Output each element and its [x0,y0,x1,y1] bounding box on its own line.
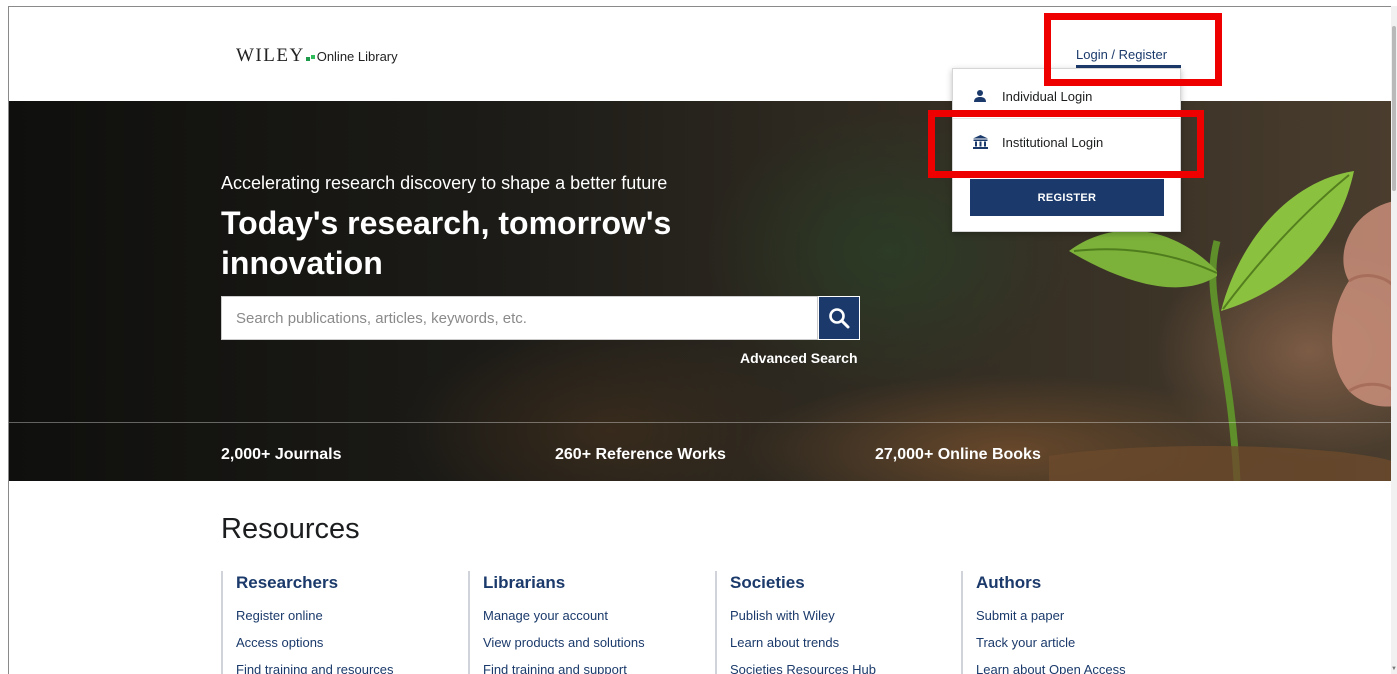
wiley-logo[interactable]: WILEY Online Library [236,45,398,67]
resource-link[interactable]: Register online [236,602,394,629]
resource-link[interactable]: Find training and resources [236,656,394,674]
resource-link[interactable]: Learn about trends [730,629,876,656]
scrollbar-thumb[interactable] [1392,26,1396,191]
stat-journals[interactable]: 2,000+ Journals [221,446,342,464]
individual-login-item[interactable]: Individual Login [953,74,1180,118]
institutional-login-label: Institutional Login [1002,134,1104,150]
scroll-down-icon[interactable]: ▼ [1391,666,1397,672]
individual-login-label: Individual Login [1002,88,1093,104]
browser-viewport: WILEY Online Library Login / Register Ac… [8,6,1391,674]
resource-link[interactable]: Manage your account [483,602,645,629]
login-register-link[interactable]: Login / Register [1076,47,1167,66]
resources-title: Resources [221,513,360,545]
advanced-search-link[interactable]: Advanced Search [740,350,858,366]
hero-subtitle: Accelerating research discovery to shape… [221,173,668,193]
login-dropdown-menu: Individual Login Institutional Login REG… [952,68,1181,232]
dropdown-divider [953,118,1180,119]
user-icon [972,88,988,104]
search-input[interactable] [222,297,817,339]
resource-link[interactable]: Track your article [976,629,1126,656]
resources-column-librarians: Librarians Manage your account View prod… [468,571,645,674]
stat-online-books[interactable]: 27,000+ Online Books [875,446,1041,464]
hero-divider [9,422,1391,423]
logo-product: Online Library [316,49,398,64]
column-heading[interactable]: Researchers [236,573,394,593]
column-heading[interactable]: Librarians [483,573,645,593]
register-button[interactable]: REGISTER [970,179,1164,216]
column-heading[interactable]: Authors [976,573,1126,593]
search-icon [829,308,850,329]
resource-link[interactable]: Societies Resources Hub [730,656,876,674]
site-header: WILEY Online Library Login / Register [9,7,1391,101]
hero-title: Today's research, tomorrow's innovation [221,205,672,281]
logo-mark-icon [305,52,315,61]
institution-icon [972,134,988,150]
logo-brand: WILEY [236,45,305,66]
resource-link[interactable]: Submit a paper [976,602,1126,629]
vertical-scrollbar[interactable]: ▼ [1391,6,1397,674]
resource-link[interactable]: Publish with Wiley [730,602,876,629]
search-field[interactable] [221,296,818,340]
resource-link[interactable]: Learn about Open Access [976,656,1126,674]
column-heading[interactable]: Societies [730,573,876,593]
stat-reference-works[interactable]: 260+ Reference Works [555,446,726,464]
resource-link[interactable]: View products and solutions [483,629,645,656]
search-button[interactable] [818,296,860,340]
resources-column-societies: Societies Publish with Wiley Learn about… [715,571,876,674]
resources-column-authors: Authors Submit a paper Track your articl… [961,571,1126,674]
hero-banner: Accelerating research discovery to shape… [9,101,1391,481]
resource-link[interactable]: Access options [236,629,394,656]
resource-link[interactable]: Find training and support [483,656,645,674]
resources-column-researchers: Researchers Register online Access optio… [221,571,394,674]
institutional-login-item[interactable]: Institutional Login [953,120,1180,164]
